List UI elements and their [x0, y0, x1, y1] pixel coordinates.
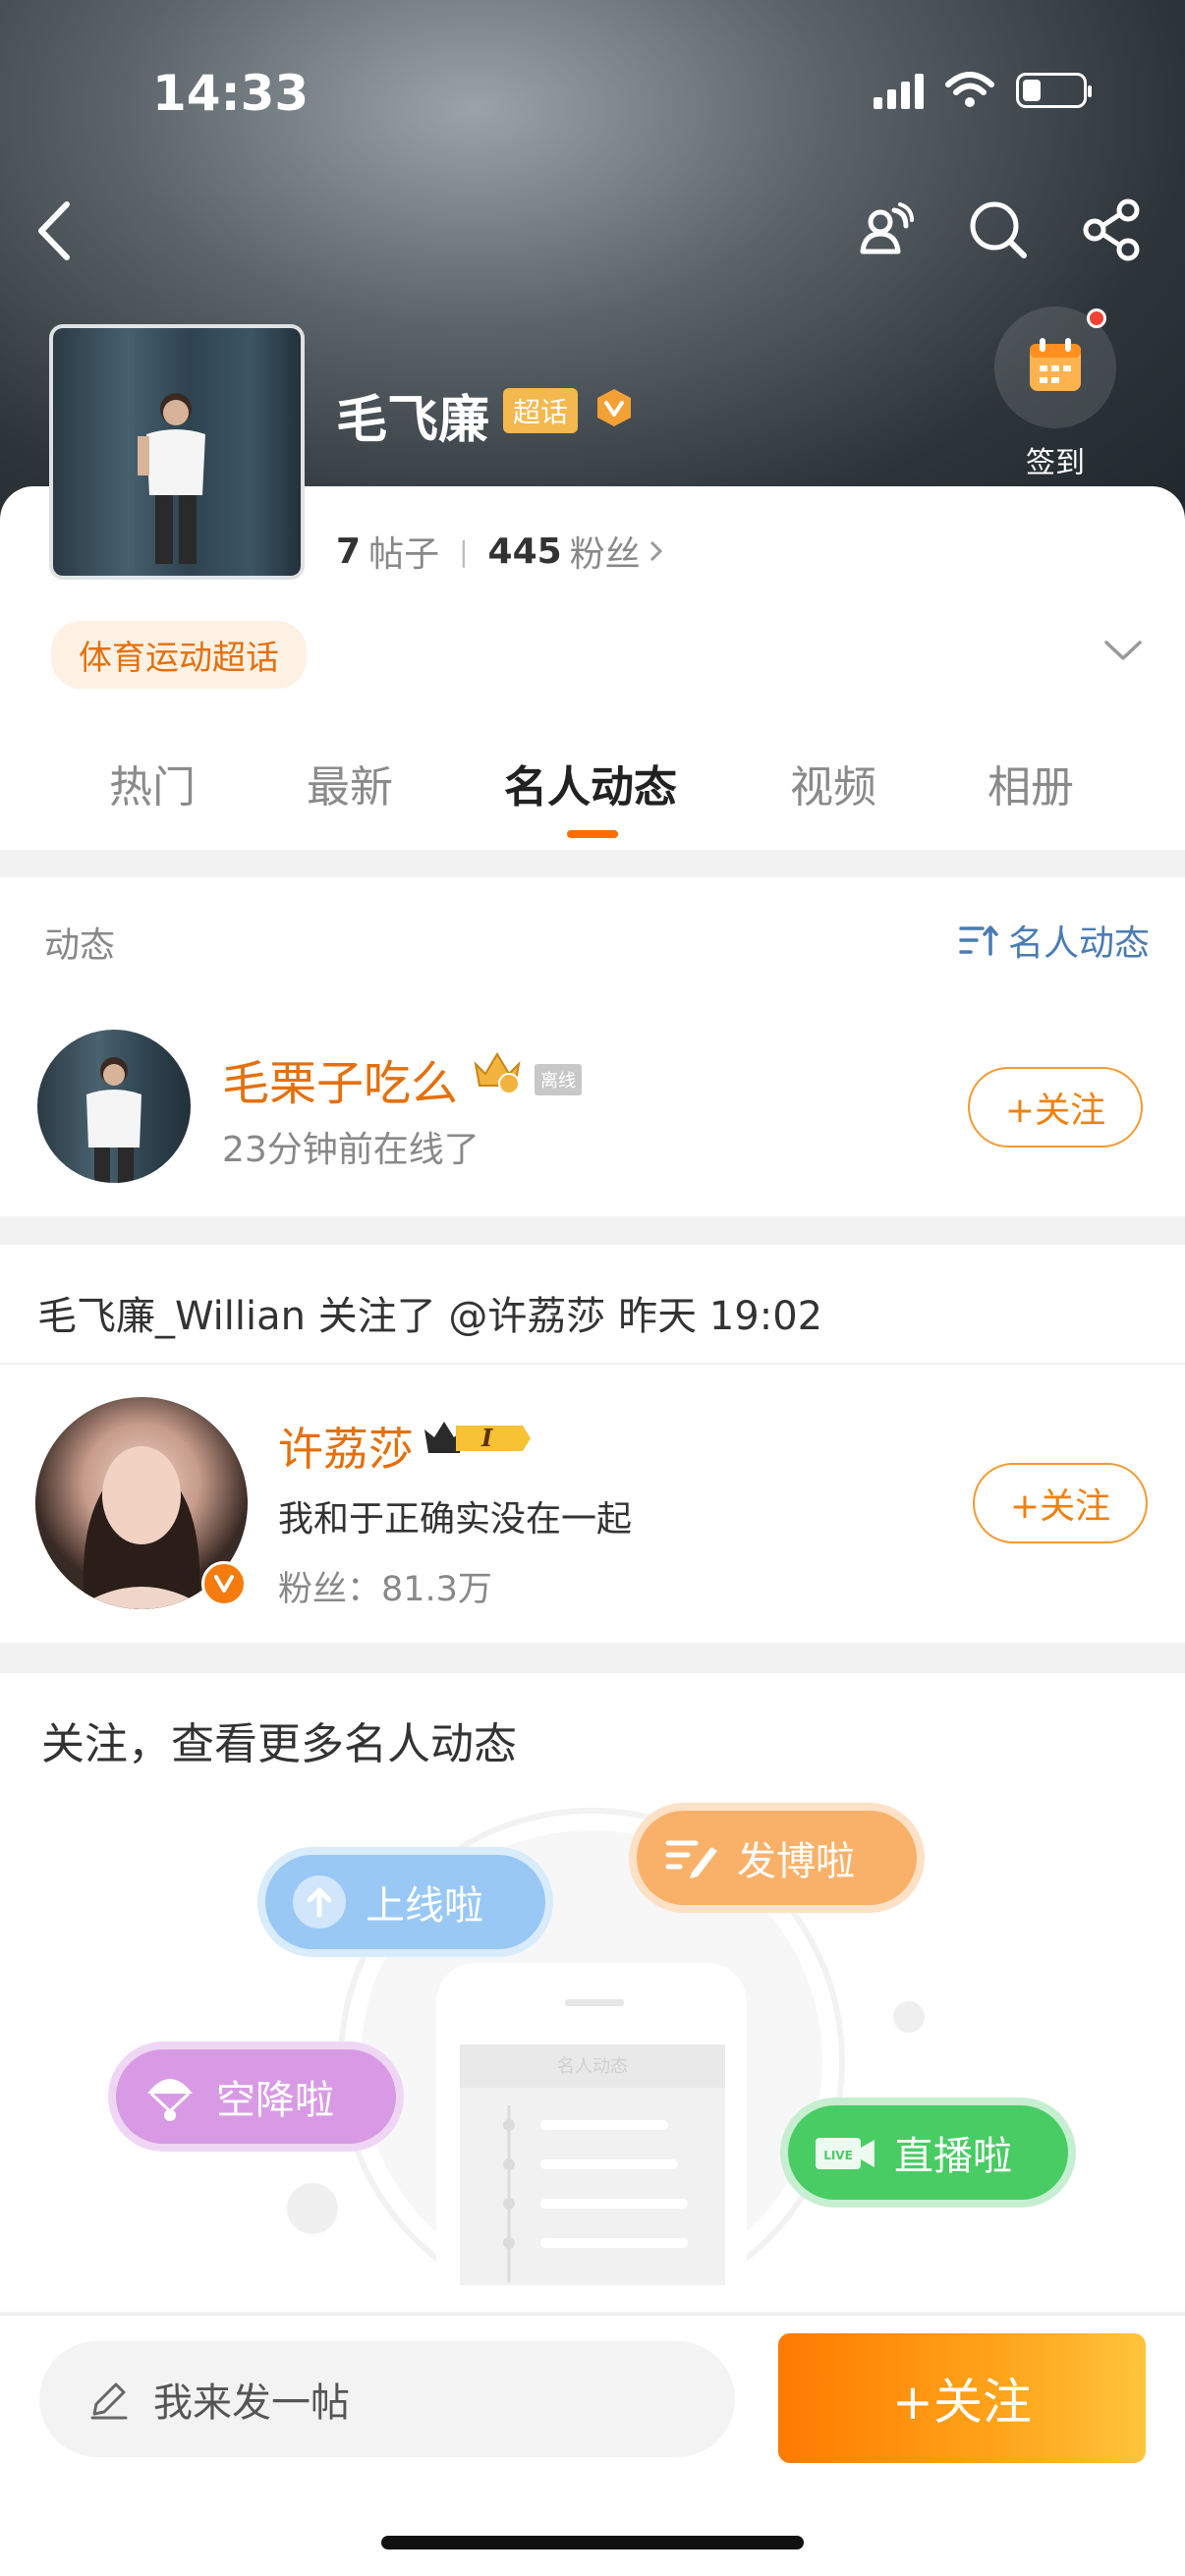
pencil-icon	[90, 2382, 128, 2420]
group-chat-icon[interactable]	[851, 196, 918, 263]
stats-separator: |	[459, 534, 469, 568]
topic-name: 毛飞廉	[336, 391, 490, 450]
status-icons	[874, 71, 1092, 110]
posts-count: 7	[336, 531, 362, 572]
person-fans: 粉丝：81.3万	[278, 1570, 492, 1609]
filter-label: 名人动态	[1007, 924, 1150, 964]
tab-latest[interactable]: 最新	[307, 752, 393, 814]
celebrity-activity-filter[interactable]: 名人动态	[959, 915, 1150, 966]
fans-count: 445	[487, 531, 562, 572]
chip-arrive: 空降啦	[116, 2049, 396, 2144]
svg-text:LIVE: LIVE	[823, 2149, 853, 2162]
posts-label: 帖子	[368, 534, 440, 575]
tab-hot[interactable]: 热门	[109, 752, 196, 814]
avatar-photo	[138, 393, 205, 564]
chip-post: 发博啦	[637, 1811, 917, 1905]
post-input[interactable]: 我来发一帖	[39, 2341, 735, 2457]
battery-icon	[1016, 73, 1092, 108]
follow-activity-section: 毛飞廉_Willian 关注了 @许荔莎 昨天 19:02 许荔莎 I 我和于正…	[0, 1245, 1185, 1643]
signin-button[interactable]: 签到	[994, 307, 1116, 481]
svg-text:I: I	[480, 1424, 493, 1452]
status-time: 14:33	[152, 65, 310, 122]
follow-topic-button[interactable]: +关注	[778, 2333, 1146, 2463]
online-user-section: 动态 名人动态 毛栗子吃么 离线 23分钟前在线了 +关注	[0, 877, 1185, 1216]
chip-online: 上线啦	[265, 1855, 545, 1949]
post-placeholder: 我来发一帖	[153, 2380, 350, 2426]
share-icon[interactable]	[1079, 196, 1146, 263]
search-icon[interactable]	[965, 196, 1032, 263]
verified-v-icon	[201, 1561, 247, 1606]
verified-v-icon	[597, 389, 631, 426]
live-camera-icon: LIVE	[816, 2138, 875, 2169]
wifi-icon	[945, 72, 994, 107]
tab-celebrity-activity[interactable]: 名人动态	[504, 752, 677, 814]
fan-level-crown-icon	[474, 1052, 521, 1094]
chip-arrive-label: 空降啦	[216, 2078, 334, 2123]
back-arrow-icon[interactable]	[29, 196, 79, 265]
person-name[interactable]: 许荔莎	[278, 1414, 414, 1479]
promo-section: 名人动态 关注，查看更多名人动态 上线啦 发博啦 空降啦 LIVE 直播啦	[0, 1673, 1185, 2312]
category-tag[interactable]: 体育运动超话	[51, 621, 307, 689]
notification-dot	[1087, 308, 1106, 328]
chip-live: LIVE 直播啦	[788, 2105, 1068, 2200]
promo-title: 关注，查看更多名人动态	[41, 1719, 517, 1769]
fans-label: 粉丝	[569, 534, 641, 575]
avatar[interactable]	[37, 1030, 191, 1183]
tab-video[interactable]: 视频	[790, 752, 876, 814]
tab-album[interactable]: 相册	[988, 752, 1074, 814]
offline-tag: 离线	[535, 1064, 582, 1095]
home-indicator	[381, 2536, 804, 2549]
chaohua-badge: 超话	[503, 388, 579, 433]
topic-stats[interactable]: 7 帖子 | 445 粉丝	[336, 526, 666, 577]
upload-arrow-icon	[293, 1876, 346, 1929]
follow-person-button[interactable]: +关注	[973, 1463, 1148, 1543]
calendar-icon	[1030, 338, 1081, 391]
user-name[interactable]: 毛栗子吃么	[222, 1044, 458, 1113]
chip-live-label: 直播啦	[894, 2134, 1012, 2179]
chevron-right-icon	[649, 540, 662, 562]
signin-label: 签到	[1026, 446, 1085, 480]
online-status: 23分钟前在线了	[222, 1130, 480, 1170]
sort-icon	[959, 925, 998, 956]
svg-text:名人动态: 名人动态	[557, 2056, 628, 2077]
section-title: 动态	[44, 925, 116, 966]
avatar-photo	[86, 1057, 141, 1183]
chip-post-label: 发博啦	[737, 1839, 855, 1884]
edit-lines-icon	[665, 1840, 717, 1878]
activity-headline[interactable]: 毛飞廉_Willian 关注了 @许荔莎 昨天 19:02	[37, 1284, 822, 1341]
signin-circle	[994, 307, 1116, 428]
divider	[0, 1363, 1185, 1365]
person-description: 我和于正确实没在一起	[278, 1499, 633, 1540]
topic-avatar[interactable]	[49, 324, 305, 580]
tab-bar: 热门 最新 名人动态 视频 相册	[0, 752, 1185, 840]
follow-user-button[interactable]: +关注	[968, 1067, 1143, 1148]
vip-level-badge-icon: I	[424, 1422, 531, 1453]
parachute-icon	[147, 2079, 193, 2121]
header-actions	[851, 196, 1146, 263]
cellular-signal-icon	[874, 72, 924, 109]
chevron-down-icon[interactable]	[1100, 631, 1146, 670]
active-tab-indicator	[567, 830, 618, 838]
chip-online-label: 上线啦	[366, 1883, 483, 1929]
